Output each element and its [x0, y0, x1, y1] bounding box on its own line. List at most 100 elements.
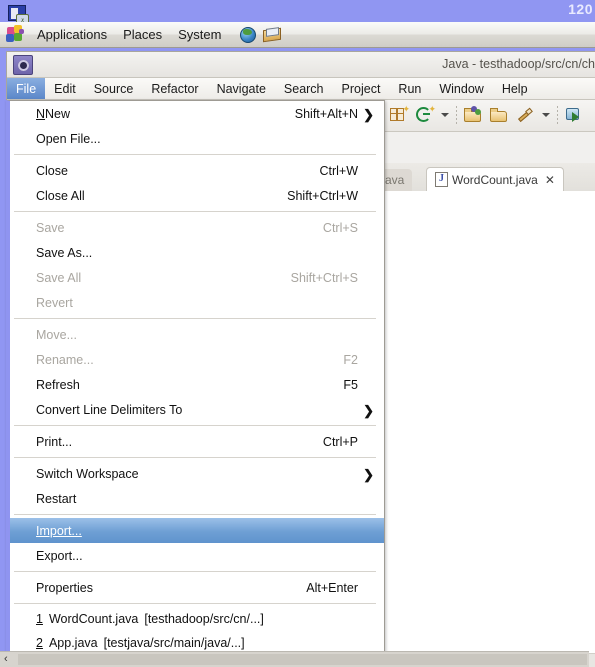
chevron-right-icon: ❯ — [363, 403, 374, 418]
eclipse-menubar: File Edit Source Refactor Navigate Searc… — [7, 78, 595, 100]
menu-item-save-all-accel: Shift+Ctrl+S — [290, 270, 358, 285]
editor-tab-truncated-label: ava — [385, 173, 405, 187]
menu-item-export-label: Export... — [36, 548, 83, 563]
menu-item-import[interactable]: Import... — [10, 518, 384, 543]
menu-item-import-label: Import... — [36, 523, 82, 538]
menu-item-save-label: Save — [36, 220, 65, 235]
close-icon[interactable]: ✕ — [545, 173, 555, 187]
web-browser-icon[interactable] — [238, 25, 260, 45]
menu-item-save-accel: Ctrl+S — [322, 220, 358, 235]
menu-item-close-label: Close — [36, 163, 68, 178]
menu-recent-file-1[interactable]: 1 WordCount.java [testhadoop/src/cn/...] — [10, 607, 384, 631]
panel-menu-places[interactable]: Places — [116, 26, 169, 43]
external-tools-dropdown-arrow[interactable] — [540, 104, 552, 128]
external-tools-button[interactable] — [514, 104, 538, 128]
menu-separator-5 — [14, 457, 376, 458]
menu-item-close[interactable]: Close Ctrl+W — [10, 158, 384, 183]
open-resource-button[interactable] — [488, 104, 512, 128]
menu-item-rename-label: Rename... — [36, 352, 94, 367]
menu-item-properties[interactable]: Properties Alt+Enter — [10, 575, 384, 600]
eclipse-titlebar[interactable]: Java - testhadoop/src/cn/ch — [7, 52, 595, 78]
menu-separator-6 — [14, 514, 376, 515]
menu-recent-file-2-name: App.java — [48, 636, 98, 650]
menubar-source[interactable]: Source — [85, 78, 143, 99]
menu-item-restart[interactable]: Restart — [10, 486, 384, 511]
window-horizontal-scrollbar[interactable]: ‹ — [0, 651, 589, 667]
menu-item-save-as[interactable]: Save As... — [10, 240, 384, 265]
menu-item-print[interactable]: Print... Ctrl+P — [10, 429, 384, 454]
menu-item-open-file[interactable]: Open File... — [10, 126, 384, 151]
panel-menu-applications[interactable]: Applications — [30, 26, 114, 43]
open-type-button[interactable] — [462, 104, 486, 128]
new-dropdown-arrow[interactable] — [439, 104, 451, 128]
java-file-icon — [435, 172, 448, 187]
menu-separator-3 — [14, 318, 376, 319]
new-wizard-button[interactable]: ✦ — [387, 104, 411, 128]
menu-item-save: Save Ctrl+S — [10, 215, 384, 240]
menu-item-close-accel: Ctrl+W — [319, 163, 358, 178]
menu-separator-7 — [14, 571, 376, 572]
chevron-right-icon: ❯ — [363, 467, 374, 482]
menu-item-save-all: Save All Shift+Ctrl+S — [10, 265, 384, 290]
sparkle-icon: ✦ — [402, 103, 410, 114]
menu-item-properties-accel: Alt+Enter — [306, 580, 358, 595]
menubar-file[interactable]: File — [7, 78, 46, 99]
menu-item-close-all-accel: Shift+Ctrl+W — [287, 188, 358, 203]
menubar-project[interactable]: Project — [333, 78, 390, 99]
file-menu-popup: NNew Shift+Alt+N ❯ Open File... Close Ct… — [6, 100, 385, 667]
menu-item-refresh-label: Refresh — [36, 377, 80, 392]
menu-item-close-all[interactable]: Close All Shift+Ctrl+W — [10, 183, 384, 208]
menu-recent-file-1-num: 1 — [36, 612, 43, 626]
menu-item-properties-label: Properties — [36, 580, 93, 595]
menu-item-switch-workspace-label: Switch Workspace — [36, 466, 139, 481]
gnome-top-panel: Applications Places System — [0, 22, 595, 48]
menubar-run[interactable]: Run — [389, 78, 430, 99]
menu-item-refresh-accel: F5 — [343, 377, 358, 392]
menu-recent-file-2-path: [testjava/src/main/java/...] — [103, 636, 245, 650]
menubar-navigate[interactable]: Navigate — [208, 78, 275, 99]
menu-separator-2 — [14, 211, 376, 212]
menubar-edit[interactable]: Edit — [45, 78, 85, 99]
editor-tab-wordcount-label: WordCount.java — [452, 172, 538, 187]
menu-item-new-accel: Shift+Alt+N — [294, 106, 358, 121]
menu-item-revert: Revert — [10, 290, 384, 315]
menu-recent-file-1-path: [testhadoop/src/cn/...] — [144, 612, 264, 626]
menu-recent-file-1-name: WordCount.java — [48, 612, 139, 626]
menu-item-refresh[interactable]: Refresh F5 — [10, 372, 384, 397]
sparkle-icon: ✦ — [428, 103, 436, 114]
menu-item-save-as-label: Save As... — [36, 245, 93, 260]
panel-clock[interactable]: 120 — [568, 1, 593, 17]
desktop-background: x 120 Applications Places System Java - … — [0, 0, 595, 667]
scrollbar-track[interactable] — [18, 654, 587, 665]
menubar-search[interactable]: Search — [275, 78, 333, 99]
menubar-help[interactable]: Help — [493, 78, 537, 99]
window-title: Java - testhadoop/src/cn/ch — [442, 57, 595, 71]
menu-item-close-all-label: Close All — [36, 188, 85, 203]
toolbar-separator-2 — [554, 105, 561, 126]
menu-item-new-label: New — [45, 106, 71, 121]
menu-item-switch-workspace[interactable]: Switch Workspace ❯ — [10, 461, 384, 486]
menu-item-new[interactable]: NNew Shift+Alt+N ❯ — [10, 101, 384, 126]
help-book-icon[interactable] — [262, 25, 284, 45]
menu-item-revert-label: Revert — [36, 295, 73, 310]
scroll-left-arrow-icon[interactable]: ‹ — [4, 653, 8, 665]
menu-item-export[interactable]: Export... — [10, 543, 384, 568]
menu-item-open-file-label: Open File... — [36, 131, 101, 146]
menu-item-convert-line-delimiters[interactable]: Convert Line Delimiters To ❯ — [10, 397, 384, 422]
menu-separator-1 — [14, 154, 376, 155]
menu-item-rename-accel: F2 — [343, 352, 358, 367]
menu-item-move: Move... — [10, 322, 384, 347]
applications-icon[interactable] — [6, 24, 28, 45]
menu-item-rename: Rename... F2 — [10, 347, 384, 372]
menubar-window[interactable]: Window — [430, 78, 492, 99]
eclipse-icon[interactable] — [13, 55, 33, 75]
menu-recent-file-2-num: 2 — [36, 636, 43, 650]
new-java-project-button[interactable]: ✦ — [413, 104, 437, 128]
panel-menu-system[interactable]: System — [171, 26, 228, 43]
chevron-right-icon: ❯ — [363, 107, 374, 122]
debug-button[interactable] — [563, 104, 587, 128]
toolbar-separator-1 — [453, 105, 460, 126]
editor-tab-wordcount[interactable]: WordCount.java ✕ — [426, 167, 564, 191]
menubar-refactor[interactable]: Refactor — [142, 78, 207, 99]
menu-item-convert-line-delimiters-label: Convert Line Delimiters To — [36, 402, 183, 417]
